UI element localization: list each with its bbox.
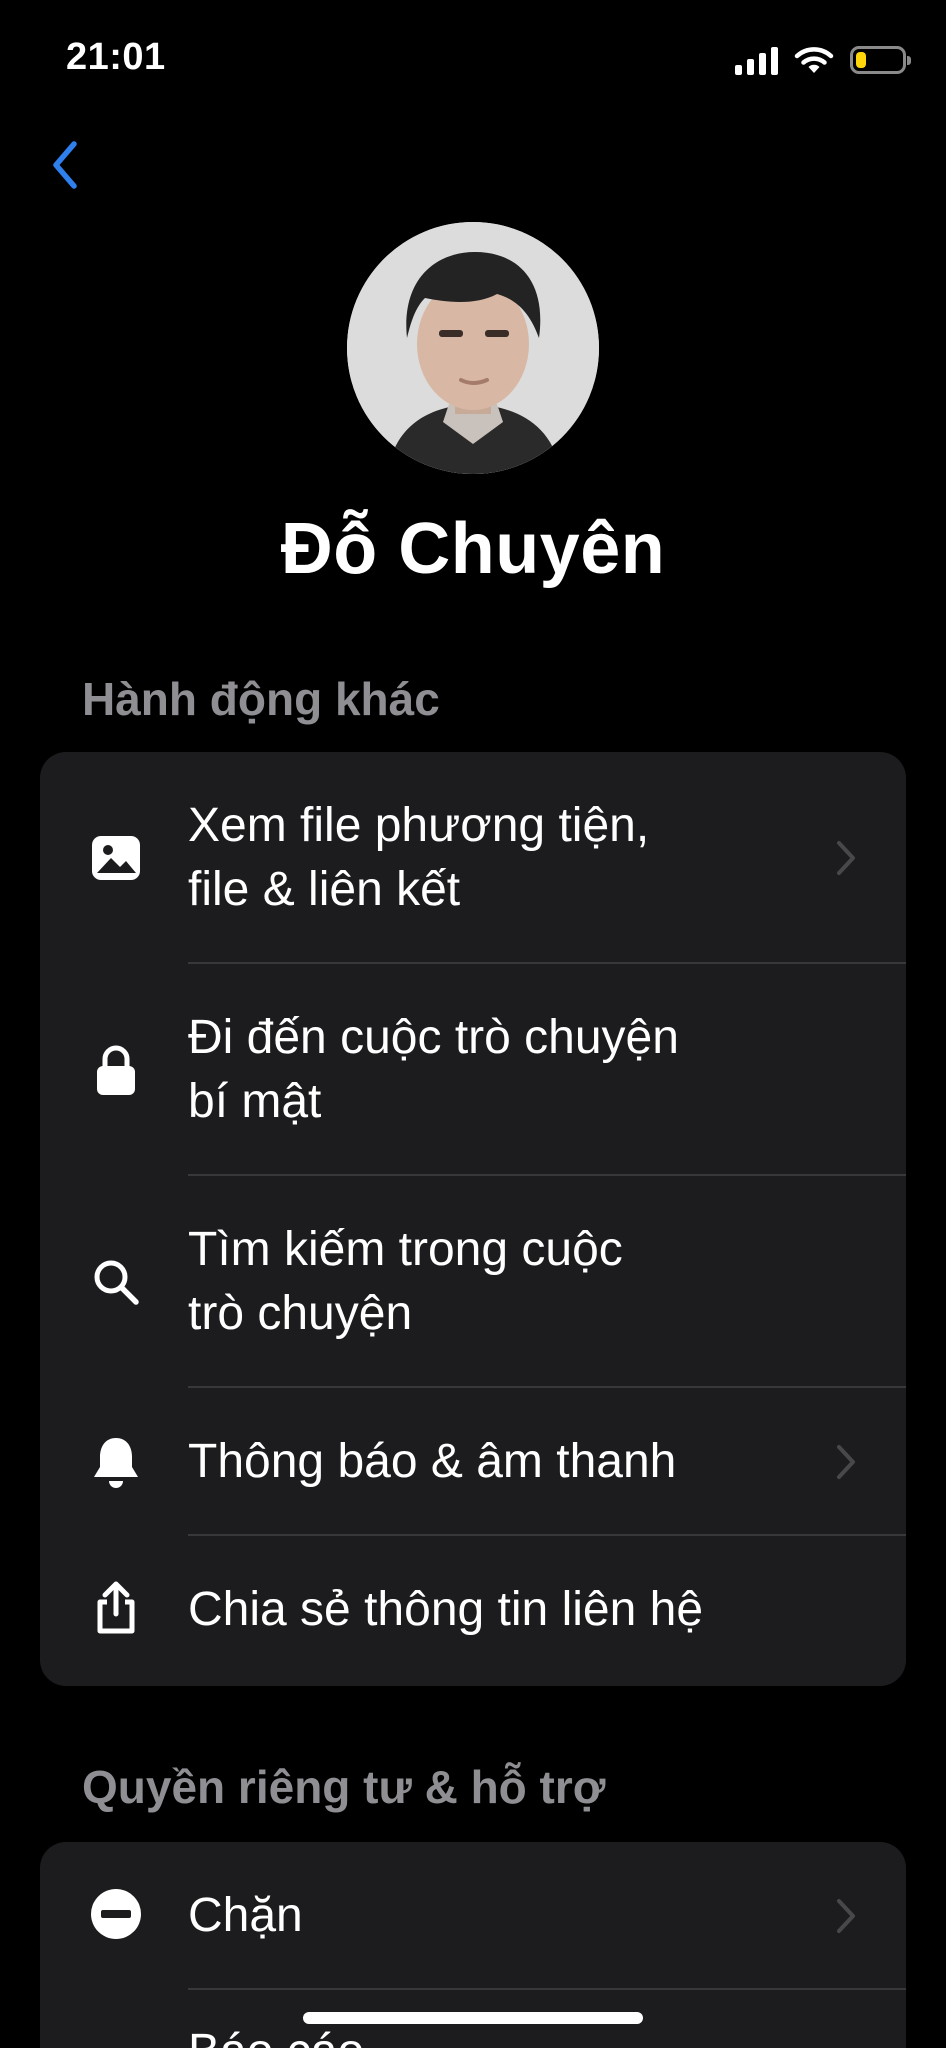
row-share-contact[interactable]: Chia sẻ thông tin liên hệ xyxy=(40,1536,906,1686)
row-view-media[interactable]: Xem file phương tiện, file & liên kết xyxy=(40,752,906,964)
section-header-privacy-support: Quyền riêng tư & hỗ trợ xyxy=(82,1761,606,1813)
row-label: Báo cáo xyxy=(188,2020,816,2048)
status-time: 21:01 xyxy=(66,36,166,78)
chevron-right-icon xyxy=(837,1899,855,1933)
row-label: Thông báo & âm thanh xyxy=(188,1435,677,1488)
other-actions-card: Xem file phương tiện, file & liên kết Đi… xyxy=(40,752,906,1686)
row-label: Tìm kiếm trong cuộc trò chuyện xyxy=(188,1223,623,1340)
row-search-conversation[interactable]: Tìm kiếm trong cuộc trò chuyện xyxy=(40,1176,906,1388)
row-notifications[interactable]: Thông báo & âm thanh xyxy=(40,1388,906,1536)
lock-icon xyxy=(88,1042,144,1098)
chevron-right-icon xyxy=(837,1445,855,1479)
search-icon xyxy=(88,1254,144,1310)
home-indicator[interactable] xyxy=(303,2012,643,2024)
row-secret-chat[interactable]: Đi đến cuộc trò chuyện bí mật xyxy=(40,964,906,1176)
share-icon xyxy=(88,1580,144,1636)
status-bar: 21:01 xyxy=(0,0,946,120)
bell-icon xyxy=(88,1434,144,1490)
block-icon xyxy=(88,1886,144,1942)
chevron-left-icon xyxy=(53,141,77,189)
image-icon xyxy=(88,830,144,886)
section-header-other-actions: Hành động khác xyxy=(82,673,440,725)
avatar[interactable] xyxy=(347,222,599,474)
row-label: Chia sẻ thông tin liên hệ xyxy=(188,1583,704,1636)
chevron-right-icon xyxy=(837,841,855,875)
back-button[interactable] xyxy=(40,130,90,200)
row-label: Đi đến cuộc trò chuyện bí mật xyxy=(188,1011,679,1128)
row-label: Xem file phương tiện, file & liên kết xyxy=(188,799,650,916)
battery-icon xyxy=(850,46,911,74)
row-block[interactable]: Chặn xyxy=(40,1842,906,1990)
wifi-icon xyxy=(794,47,834,73)
battery-level xyxy=(856,52,866,68)
cellular-signal-icon xyxy=(735,45,778,75)
profile-name: Đỗ Chuyên xyxy=(280,509,666,589)
status-icons xyxy=(735,40,911,80)
screen: 21:01 Đỗ Chuyên Hành động khác Xem file … xyxy=(0,0,946,2048)
avatar-photo xyxy=(347,222,599,474)
row-label: Chặn xyxy=(188,1889,303,1942)
